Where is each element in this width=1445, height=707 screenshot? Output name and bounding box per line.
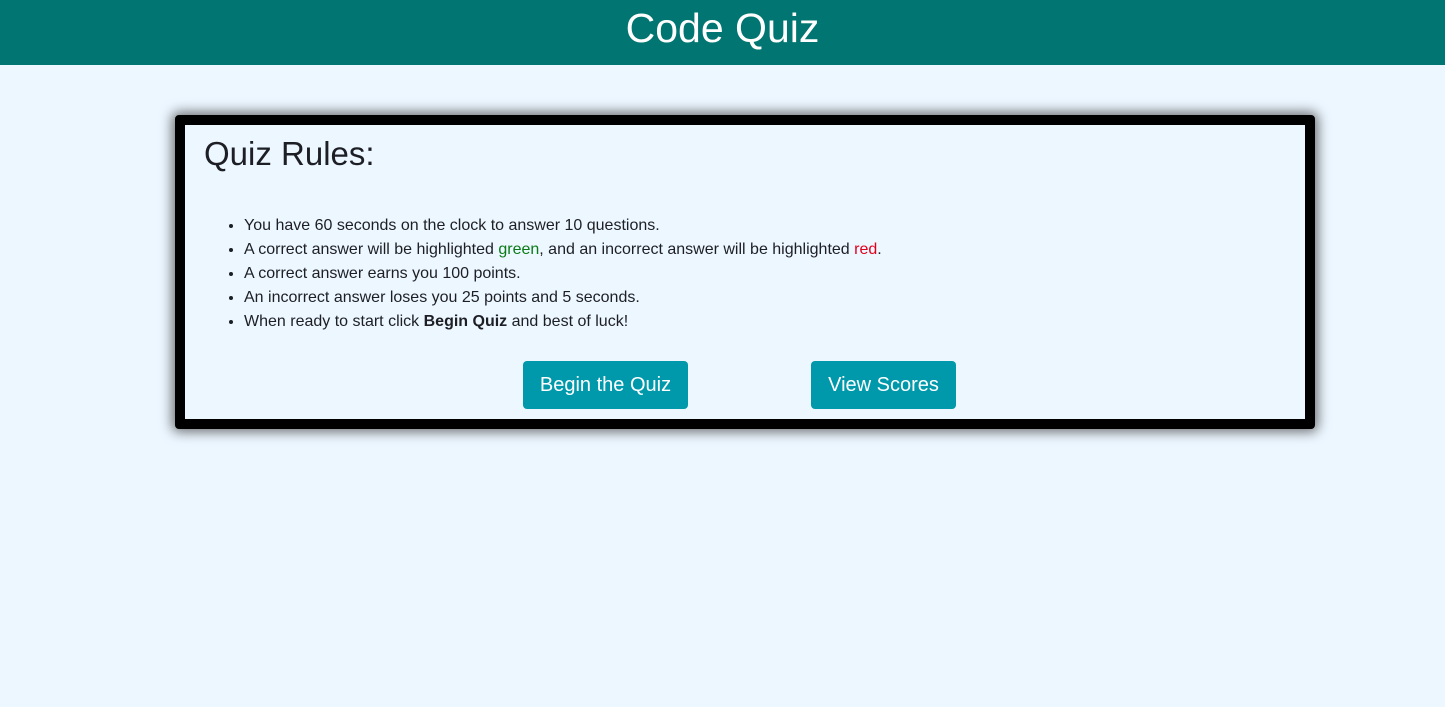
- rule-item: You have 60 seconds on the clock to answ…: [244, 214, 882, 238]
- rule-text: .: [877, 241, 882, 258]
- app-title: Code Quiz: [625, 5, 820, 51]
- rule-item: An incorrect answer loses you 25 points …: [244, 286, 882, 310]
- rule-text: and best of luck!: [507, 313, 629, 330]
- rule-text: A correct answer will be highlighted: [244, 241, 499, 258]
- rule-item: A correct answer earns you 100 points.: [244, 262, 882, 286]
- begin-quiz-emphasis: Begin Quiz: [423, 313, 508, 330]
- rule-text: An incorrect answer loses you 25 points …: [244, 289, 640, 306]
- rule-item: When ready to start click Begin Quiz and…: [244, 310, 882, 334]
- correct-color-word: green: [498, 241, 540, 258]
- incorrect-color-word: red: [854, 241, 878, 258]
- rule-item: A correct answer will be highlighted gre…: [244, 238, 882, 262]
- rule-text: A correct answer earns you 100 points.: [244, 265, 521, 282]
- begin-quiz-button[interactable]: Begin the Quiz: [523, 361, 688, 409]
- app-header: Code Quiz: [0, 0, 1445, 65]
- rule-text: , and an incorrect answer will be highli…: [539, 241, 855, 258]
- rule-text: You have 60 seconds on the clock to answ…: [244, 217, 660, 234]
- quiz-rules-card: Quiz Rules: You have 60 seconds on the c…: [175, 115, 1315, 429]
- rule-text: When ready to start click: [244, 313, 424, 330]
- rules-list: You have 60 seconds on the clock to answ…: [244, 214, 882, 334]
- view-scores-button[interactable]: View Scores: [811, 361, 956, 409]
- rules-title: Quiz Rules:: [204, 135, 375, 172]
